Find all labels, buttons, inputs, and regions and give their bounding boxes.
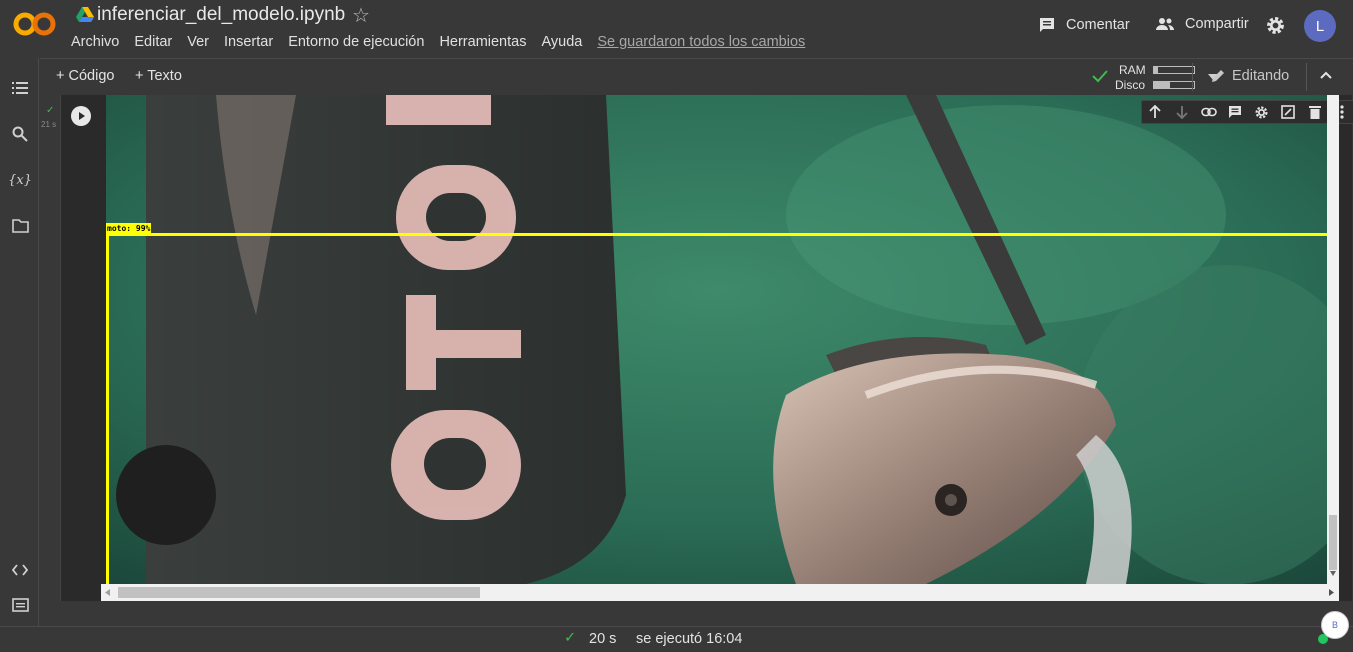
plus-icon: + xyxy=(56,68,69,84)
toc-list-icon[interactable] xyxy=(10,78,30,98)
terminal-icon[interactable] xyxy=(10,595,30,615)
left-rail: {x} xyxy=(0,58,39,626)
toolbar-divider xyxy=(1192,63,1193,91)
resources-indicator[interactable]: RAM Disco xyxy=(1092,63,1227,92)
comment-icon[interactable] xyxy=(1222,101,1249,123)
add-text-label: Texto xyxy=(147,68,182,84)
ram-bar xyxy=(1153,66,1195,74)
editing-mode-button[interactable]: Editando xyxy=(1210,68,1289,84)
share-label: Compartir xyxy=(1185,16,1249,32)
add-text-button[interactable]: + Texto xyxy=(135,68,182,84)
cell-toolbar xyxy=(1141,100,1353,124)
ram-bar-fill xyxy=(1154,67,1158,73)
chevron-up-icon[interactable] xyxy=(1318,67,1334,83)
move-down-icon[interactable] xyxy=(1169,101,1196,123)
star-icon[interactable]: ☆ xyxy=(352,3,370,28)
play-icon xyxy=(79,112,85,120)
exec-time: 21 s xyxy=(41,120,57,129)
drive-icon[interactable] xyxy=(76,7,94,23)
comment-label: Comentar xyxy=(1066,17,1130,33)
move-up-icon[interactable] xyxy=(1142,101,1169,123)
code-snippets-icon[interactable] xyxy=(10,560,30,580)
connected-check-icon xyxy=(1092,70,1108,83)
share-button[interactable]: Compartir xyxy=(1155,16,1249,32)
horizontal-scroll-thumb[interactable] xyxy=(118,587,480,598)
menu-archivo[interactable]: Archivo xyxy=(71,34,119,50)
add-code-label: Código xyxy=(68,68,115,84)
disk-bar xyxy=(1153,81,1195,89)
toolbar-divider xyxy=(1306,63,1307,91)
menu-herramientas[interactable]: Herramientas xyxy=(439,34,526,50)
vertical-scrollbar[interactable] xyxy=(1327,95,1339,584)
floating-assistant-button[interactable]: B xyxy=(1321,611,1349,639)
app-header: inferenciar_del_modelo.ipynb ☆ Archivo E… xyxy=(0,0,1353,58)
scroll-down-arrow-icon[interactable] xyxy=(1330,571,1336,576)
notebook-title[interactable]: inferenciar_del_modelo.ipynb xyxy=(97,4,345,26)
code-cell[interactable]: ✓ 21 s moto: 99% xyxy=(40,95,1353,626)
link-icon[interactable] xyxy=(1195,101,1222,123)
menu-ver[interactable]: Ver xyxy=(187,34,209,50)
menu-entorno[interactable]: Entorno de ejecución xyxy=(288,34,424,50)
variables-icon[interactable]: {x} xyxy=(8,170,32,190)
comment-button[interactable]: Comentar xyxy=(1038,16,1130,34)
status-executed-at: se ejecutó 16:04 xyxy=(636,631,743,647)
disk-label: Disco xyxy=(1115,78,1146,92)
colab-logo[interactable] xyxy=(12,9,58,39)
scroll-left-arrow-icon[interactable] xyxy=(105,589,110,596)
menu-editar[interactable]: Editar xyxy=(134,34,172,50)
scroll-right-arrow-icon[interactable] xyxy=(1329,589,1334,596)
add-code-button[interactable]: + Código xyxy=(56,68,114,84)
pencil-icon xyxy=(1212,70,1224,82)
settings-gear-icon[interactable] xyxy=(1265,15,1286,36)
status-duration: 20 s xyxy=(589,631,617,647)
menu-bar: Archivo Editar Ver Insertar Entorno de e… xyxy=(71,34,820,50)
disk-bar-fill xyxy=(1154,82,1170,88)
notebook-toolbar: + Código + Texto RAM Disco Editando xyxy=(40,58,1353,95)
mirror-cell-icon[interactable] xyxy=(1275,101,1302,123)
horizontal-scrollbar[interactable] xyxy=(101,584,1339,601)
save-status-link[interactable]: Se guardaron todos los cambios xyxy=(597,34,805,50)
editing-label: Editando xyxy=(1232,68,1290,84)
cell-body: moto: 99% xyxy=(60,95,1353,601)
folder-icon[interactable] xyxy=(10,216,30,236)
plus-icon: + xyxy=(135,68,148,84)
status-check-icon: ✓ xyxy=(564,630,577,646)
menu-insertar[interactable]: Insertar xyxy=(224,34,273,50)
exec-success-icon: ✓ xyxy=(46,105,55,116)
cell-output: moto: 99% xyxy=(106,95,1327,584)
cell-settings-icon[interactable] xyxy=(1249,101,1276,123)
status-bar: ✓ 20 s se ejecutó 16:04 xyxy=(0,626,1353,652)
run-cell-button[interactable] xyxy=(71,106,91,126)
ram-label: RAM xyxy=(1119,63,1146,77)
delete-icon[interactable] xyxy=(1302,101,1329,123)
user-avatar[interactable]: L xyxy=(1304,10,1336,42)
menu-ayuda[interactable]: Ayuda xyxy=(541,34,582,50)
search-icon[interactable] xyxy=(10,124,30,144)
people-icon xyxy=(1156,18,1174,30)
vertical-scroll-thumb[interactable] xyxy=(1329,515,1337,570)
cell-gutter: ✓ 21 s xyxy=(40,95,60,601)
detection-bounding-box xyxy=(106,233,1327,584)
comment-icon xyxy=(1040,18,1054,32)
